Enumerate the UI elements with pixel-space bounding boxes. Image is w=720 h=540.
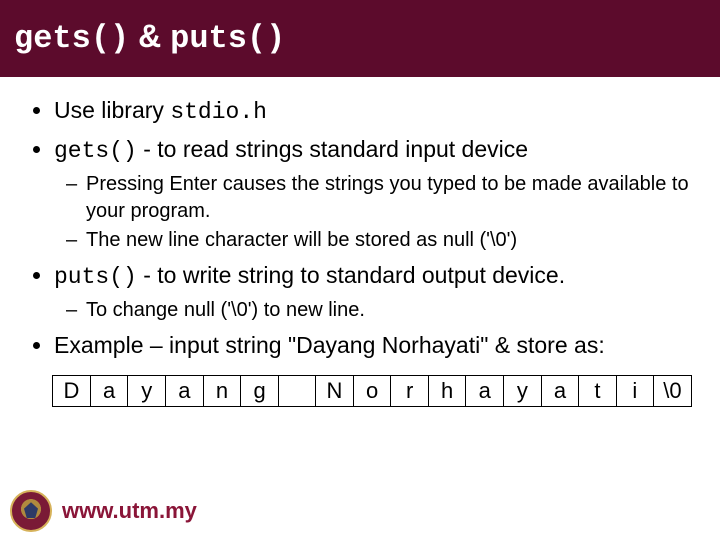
sub-bullet-item: To change null ('\0') to new line. <box>86 297 692 324</box>
char-cell: r <box>391 376 428 407</box>
text: Pressing Enter causes the strings you ty… <box>86 173 689 222</box>
bullet-item: Example – input string "Dayang Norhayati… <box>54 330 692 361</box>
char-cell: y <box>128 376 166 407</box>
slide-title: gets() & puts() <box>0 0 720 77</box>
sub-bullet-list: Pressing Enter causes the strings you ty… <box>54 171 692 254</box>
text: The new line character will be stored as… <box>86 229 517 251</box>
char-array-table: D a y a n g N o r h a y a t i \0 <box>52 375 692 407</box>
bullet-list: Use library stdio.h gets() - to read str… <box>28 95 692 361</box>
char-cell: h <box>428 376 466 407</box>
footer: www.utm.my <box>0 482 720 540</box>
char-cell <box>278 376 315 407</box>
code-stdio: stdio.h <box>170 99 267 125</box>
slide: gets() & puts() Use library stdio.h gets… <box>0 0 720 540</box>
char-cell: o <box>353 376 391 407</box>
char-cell: n <box>203 376 241 407</box>
char-cell: a <box>166 376 204 407</box>
code-gets: gets() <box>54 138 137 164</box>
char-cell: N <box>315 376 353 407</box>
char-cell: D <box>53 376 91 407</box>
code-puts: puts() <box>54 264 137 290</box>
char-cell: y <box>504 376 542 407</box>
title-code-gets: gets() <box>14 20 129 57</box>
bullet-item: Use library stdio.h <box>54 95 692 128</box>
char-cell: \0 <box>653 376 691 407</box>
title-code-puts: puts() <box>170 20 285 57</box>
char-cell: a <box>90 376 128 407</box>
char-cell: a <box>466 376 504 407</box>
char-cell: i <box>616 376 653 407</box>
char-cell: t <box>579 376 616 407</box>
text: - to read strings standard input device <box>137 136 528 162</box>
slide-content: Use library stdio.h gets() - to read str… <box>0 77 720 407</box>
text: Use library <box>54 97 170 123</box>
footer-site: www.utm.my <box>62 498 197 524</box>
sub-bullet-item: The new line character will be stored as… <box>86 227 692 254</box>
char-cell: g <box>241 376 279 407</box>
sub-bullet-list: To change null ('\0') to new line. <box>54 297 692 324</box>
title-connector: & <box>129 18 170 54</box>
char-cell: a <box>541 376 579 407</box>
bullet-item: gets() - to read strings standard input … <box>54 134 692 254</box>
text: - to write string to standard output dev… <box>137 262 565 288</box>
utm-logo-icon <box>10 490 52 532</box>
text: To change null ('\0') to new line. <box>86 299 365 321</box>
table-row: D a y a n g N o r h a y a t i \0 <box>53 376 692 407</box>
sub-bullet-item: Pressing Enter causes the strings you ty… <box>86 171 692 225</box>
bullet-item: puts() - to write string to standard out… <box>54 260 692 324</box>
text: Example – input string "Dayang Norhayati… <box>54 332 605 358</box>
